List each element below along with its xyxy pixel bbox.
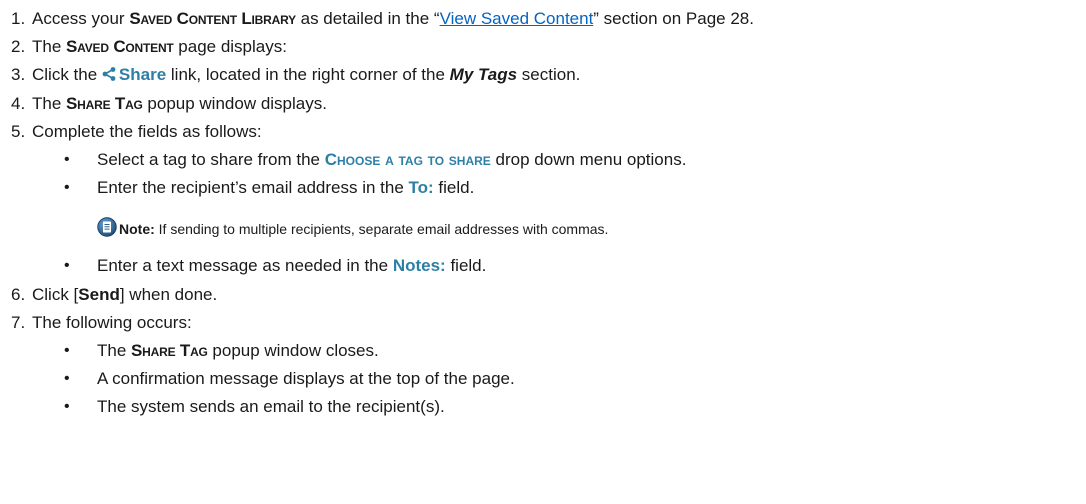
step-5: 5. Complete the fields as follows:: [0, 118, 1086, 146]
step-text: Complete the fields as follows:: [32, 121, 262, 141]
step-3: 3. Click the Share link, located in the …: [0, 61, 1086, 89]
bullet-text: A confirmation message displays at the t…: [97, 369, 515, 389]
step-number: 6.: [11, 284, 26, 304]
step-text-post: section.: [517, 65, 581, 85]
share-tag-label: Share Tag: [66, 93, 143, 113]
bullet-text: Select a tag to share from the Choose a …: [97, 146, 686, 174]
step-2: 2. The Saved Content page displays:: [0, 33, 1086, 61]
step-4: 4. The Share Tag popup window displays.: [0, 90, 1086, 118]
step-text: Access your Saved Content Library as det…: [32, 5, 754, 33]
step-number: 7.: [11, 312, 26, 332]
bullet-glyph: •: [64, 179, 70, 197]
step-number: 4.: [11, 93, 26, 113]
share-icon: [102, 67, 116, 82]
step-number: 3.: [11, 65, 26, 85]
step-7-bullet-3: • The system sends an email to the recip…: [0, 393, 1086, 421]
step-text-mid: link, located in the right corner of the: [166, 65, 450, 85]
choose-tag-label: Choose a tag to share: [324, 149, 491, 169]
bullet-text-post: popup window closes.: [207, 340, 379, 360]
step-text-post: popup window displays.: [142, 93, 327, 113]
bullet-glyph: •: [64, 398, 70, 416]
step-text-pre: Access your: [32, 9, 130, 28]
step-text-post: ] when done.: [119, 284, 218, 304]
view-saved-content-link[interactable]: View Saved Content: [440, 9, 594, 28]
step-text: The Share Tag popup window displays.: [32, 90, 327, 118]
share-tag-label: Share Tag: [131, 340, 208, 360]
step-5-bullet-3: • Enter a text message as needed in the …: [0, 252, 1086, 280]
bullet-text: The Share Tag popup window closes.: [97, 337, 379, 365]
bullet-text: The system sends an email to the recipie…: [97, 397, 445, 417]
step-text-mid: as detailed in the “: [295, 9, 440, 28]
step-text: The Saved Content page displays:: [32, 33, 287, 61]
notes-field-label: Notes:: [392, 256, 446, 276]
step-7: 7. The following occurs:: [0, 309, 1086, 337]
step-number: 1.: [11, 9, 26, 28]
bullet-text: Enter a text message as needed in the No…: [97, 252, 486, 280]
bullet-text-pre: The: [97, 340, 132, 360]
step-number: 2.: [11, 37, 26, 57]
step-text: Click the Share link, located in the rig…: [32, 61, 580, 89]
step-text-pre: Click [: [32, 284, 79, 304]
bullet-glyph: •: [64, 257, 70, 275]
step-7-bullet-2: • A confirmation message displays at the…: [0, 365, 1086, 393]
step-7-bullet-1: • The Share Tag popup window closes.: [0, 337, 1086, 365]
my-tags-label: My Tags: [449, 65, 518, 85]
step-number: 5.: [11, 121, 26, 141]
step-text: Click [Send] when done.: [32, 281, 217, 309]
note-label: Note:: [119, 221, 155, 238]
step-5-bullet-1: • Select a tag to share from the Choose …: [0, 146, 1086, 174]
bullet-text-post: drop down menu options.: [490, 149, 687, 169]
bullet-text: Enter the recipient’s email address in t…: [97, 174, 474, 202]
bullet-text-pre: Enter a text message as needed in the: [97, 256, 393, 276]
bullet-glyph: •: [64, 370, 70, 388]
bullet-text-pre: Select a tag to share from the: [97, 149, 325, 169]
step-text-post: ” section on Page 28.: [593, 9, 754, 28]
step-text-post: page displays:: [173, 37, 287, 57]
step-5-bullet-2: • Enter the recipient’s email address in…: [0, 174, 1086, 202]
saved-content-library-label: Saved Content Library: [129, 9, 296, 28]
instructions-document: 1. Access your Saved Content Library as …: [0, 0, 1086, 504]
step-1: 1. Access your Saved Content Library as …: [0, 5, 1086, 33]
bullet-text-pre: Enter the recipient’s email address in t…: [97, 178, 409, 198]
step-6: 6. Click [Send] when done.: [0, 281, 1086, 309]
note-text: Note: If sending to multiple recipients,…: [119, 221, 608, 237]
step-text: The following occurs:: [32, 312, 192, 332]
note-body: If sending to multiple recipients, separ…: [154, 221, 609, 238]
note-icon: [97, 217, 117, 238]
bullet-text-post: field.: [433, 178, 475, 198]
share-link-label: Share: [118, 65, 167, 85]
step-text-pre: The: [32, 93, 67, 113]
saved-content-label: Saved Content: [66, 37, 174, 57]
bullet-glyph: •: [64, 341, 70, 359]
step-text-pre: Click the: [32, 65, 102, 85]
note: Note: If sending to multiple recipients,…: [0, 212, 1086, 252]
step-text-pre: The: [32, 37, 67, 57]
bullet-text-post: field.: [445, 256, 487, 276]
to-field-label: To:: [408, 178, 434, 198]
bullet-glyph: •: [64, 150, 70, 168]
send-button-label: Send: [78, 284, 120, 304]
